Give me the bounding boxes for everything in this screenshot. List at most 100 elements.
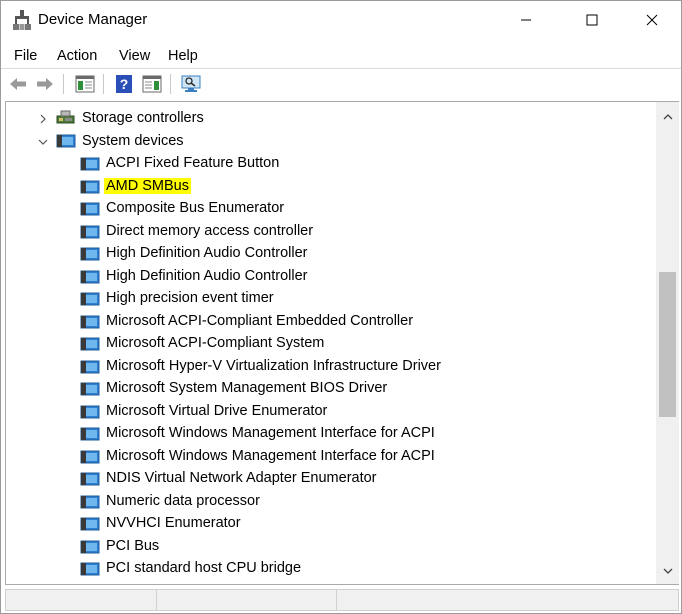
tree-device-item[interactable]: High Definition Audio Controller: [6, 243, 656, 265]
scan-hardware-button[interactable]: [179, 73, 203, 95]
system-device-icon: [80, 427, 100, 441]
status-divider: [336, 590, 337, 610]
chevron-down-icon[interactable]: [38, 137, 48, 147]
system-device-icon: [80, 472, 100, 486]
vertical-scrollbar[interactable]: [656, 101, 679, 585]
tree-device-item[interactable]: PCI Bus: [6, 536, 656, 558]
status-bar: [5, 589, 679, 611]
minimize-button[interactable]: [503, 1, 549, 39]
device-manager-app-icon: [13, 10, 31, 30]
tree-device-label: AMD SMBus: [104, 177, 191, 194]
tree-device-label: PCI standard host CPU bridge: [106, 560, 302, 576]
tree-device-label: Microsoft Windows Management Interface f…: [106, 447, 435, 464]
tree-device-item[interactable]: High Definition Audio Controller: [6, 266, 656, 288]
device-manager-window: Device Manager File Action View Help ? S…: [0, 0, 682, 614]
toolbar-separator: [103, 74, 104, 94]
scroll-down-button[interactable]: [656, 562, 679, 580]
system-device-icon: [80, 495, 100, 508]
system-device-icon: [80, 292, 100, 306]
system-device-icon: [80, 247, 100, 261]
menu-help[interactable]: Help: [168, 46, 198, 66]
tree-device-label: Microsoft ACPI-Compliant Embedded Contro…: [106, 312, 414, 329]
system-device-folder-icon: [56, 134, 76, 148]
tree-device-label: High precision event timer: [106, 290, 274, 306]
scroll-thumb[interactable]: [659, 272, 676, 417]
tree-device-label: Microsoft System Management BIOS Driver: [106, 380, 388, 396]
system-device-icon: [80, 360, 100, 373]
toolbar: ?: [1, 68, 681, 99]
tree-device-item[interactable]: Microsoft Windows Management Interface f…: [6, 446, 656, 468]
action-pane-button[interactable]: [140, 73, 164, 95]
status-divider: [156, 590, 157, 610]
tree-device-label: Direct memory access controller: [106, 222, 314, 239]
maximize-icon: [586, 14, 598, 26]
device-tree[interactable]: Storage controllers System devices ACPI …: [5, 101, 660, 585]
tree-device-item[interactable]: Composite Bus Enumerator: [6, 198, 656, 220]
menu-action[interactable]: Action: [57, 46, 97, 66]
system-device-icon: [80, 517, 100, 531]
tree-device-item[interactable]: PCI standard host CPU bridge: [6, 558, 656, 580]
show-hide-console-tree-icon: [75, 75, 95, 93]
tree-device-label: Microsoft Windows Management Interface f…: [106, 425, 435, 441]
system-device-icon: [80, 337, 100, 351]
tree-category-storage-controllers[interactable]: Storage controllers: [6, 108, 656, 130]
menu-file[interactable]: File: [14, 46, 37, 66]
show-hide-console-tree-button[interactable]: [73, 73, 97, 95]
tree-device-item[interactable]: Microsoft System Management BIOS Driver: [6, 378, 656, 400]
tree-category-label: Storage controllers: [82, 110, 204, 126]
help-icon: ?: [116, 75, 132, 93]
system-device-icon: [80, 225, 100, 238]
window-title: Device Manager: [38, 11, 148, 28]
close-button[interactable]: [629, 1, 675, 39]
maximize-button[interactable]: [569, 1, 615, 39]
chevron-up-icon: [663, 114, 672, 120]
tree-device-item[interactable]: Microsoft Windows Management Interface f…: [6, 423, 656, 445]
title-bar: Device Manager: [1, 1, 681, 39]
system-device-icon: [80, 315, 100, 328]
tree-device-item[interactable]: High precision event timer: [6, 288, 656, 310]
system-device-icon: [80, 202, 100, 216]
tree-device-item[interactable]: Microsoft Virtual Drive Enumerator: [6, 401, 656, 423]
tree-device-label: Microsoft Hyper-V Virtualization Infrast…: [106, 357, 441, 374]
tree-device-item[interactable]: Microsoft ACPI-Compliant System: [6, 333, 656, 355]
forward-arrow-icon: [37, 78, 53, 90]
tree-category-label: System devices: [82, 133, 184, 149]
tree-device-label: ACPI Fixed Feature Button: [106, 155, 280, 171]
action-pane-icon: [142, 75, 162, 93]
tree-device-label: Numeric data processor: [106, 492, 260, 509]
tree-device-label: Microsoft ACPI-Compliant System: [106, 335, 325, 351]
minimize-icon: [521, 19, 531, 21]
scroll-up-button[interactable]: [656, 108, 679, 126]
tree-device-item[interactable]: Microsoft ACPI-Compliant Embedded Contro…: [6, 311, 656, 333]
tree-device-label: Microsoft Virtual Drive Enumerator: [106, 402, 328, 419]
back-arrow-icon: [10, 78, 26, 90]
tree-device-label: High Definition Audio Controller: [106, 245, 308, 261]
system-device-icon: [80, 540, 100, 553]
tree-device-item[interactable]: Numeric data processor: [6, 491, 656, 513]
scan-hardware-icon: [181, 75, 201, 92]
help-button[interactable]: ?: [112, 73, 136, 95]
chevron-right-icon[interactable]: [38, 114, 48, 124]
system-device-icon: [80, 450, 100, 463]
back-button[interactable]: [6, 73, 30, 95]
close-icon: [646, 14, 658, 26]
svg-text:?: ?: [120, 76, 129, 92]
tree-device-item[interactable]: ACPI Fixed Feature Button: [6, 153, 656, 175]
menu-view[interactable]: View: [119, 46, 150, 66]
tree-device-label: PCI Bus: [106, 537, 160, 554]
toolbar-separator: [170, 74, 171, 94]
tree-category-system-devices[interactable]: System devices: [6, 131, 656, 153]
tree-device-label: NVVHCI Enumerator: [106, 515, 241, 531]
tree-device-label: NDIS Virtual Network Adapter Enumerator: [106, 470, 377, 486]
tree-device-item[interactable]: Microsoft Hyper-V Virtualization Infrast…: [6, 356, 656, 378]
system-device-icon: [80, 405, 100, 418]
forward-button[interactable]: [33, 73, 57, 95]
tree-device-item[interactable]: AMD SMBus: [6, 176, 656, 198]
tree-device-item[interactable]: NDIS Virtual Network Adapter Enumerator: [6, 468, 656, 490]
tree-device-item[interactable]: NVVHCI Enumerator: [6, 513, 656, 535]
tree-device-item[interactable]: Direct memory access controller: [6, 221, 656, 243]
tree-device-label: High Definition Audio Controller: [106, 267, 308, 284]
system-device-icon: [80, 270, 100, 283]
system-device-icon: [80, 382, 100, 396]
storage-controller-icon: [56, 110, 75, 124]
